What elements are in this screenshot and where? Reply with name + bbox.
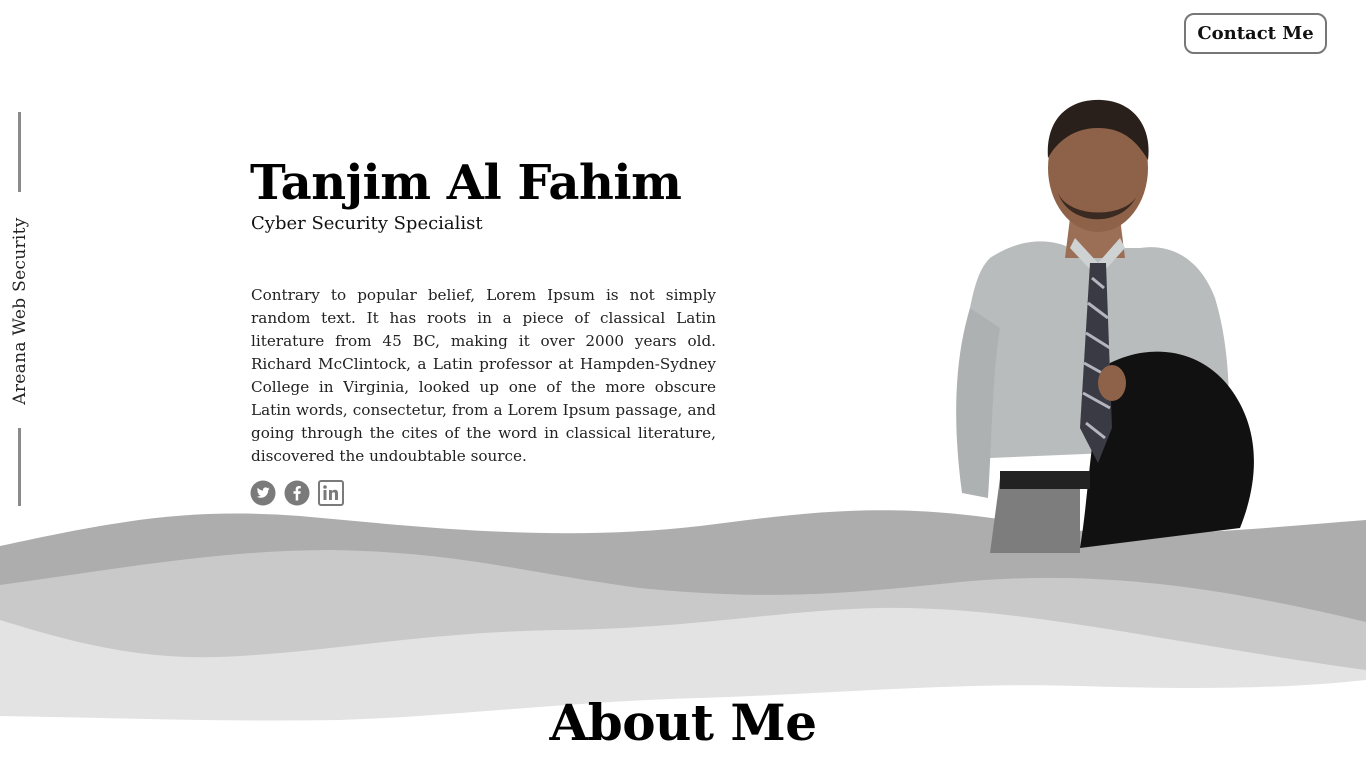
hero-role: Cyber Security Specialist — [251, 213, 483, 234]
hero-name: Tanjim Al Fahim — [250, 155, 682, 211]
side-divider-top — [18, 112, 21, 192]
side-brand-label: Areana Web Security — [10, 217, 30, 405]
hero-bio: Contrary to popular belief, Lorem Ipsum … — [251, 286, 716, 465]
contact-me-button[interactable]: Contact Me — [1184, 13, 1327, 54]
about-section-title: About Me — [549, 693, 817, 752]
profile-photo — [956, 99, 1254, 553]
